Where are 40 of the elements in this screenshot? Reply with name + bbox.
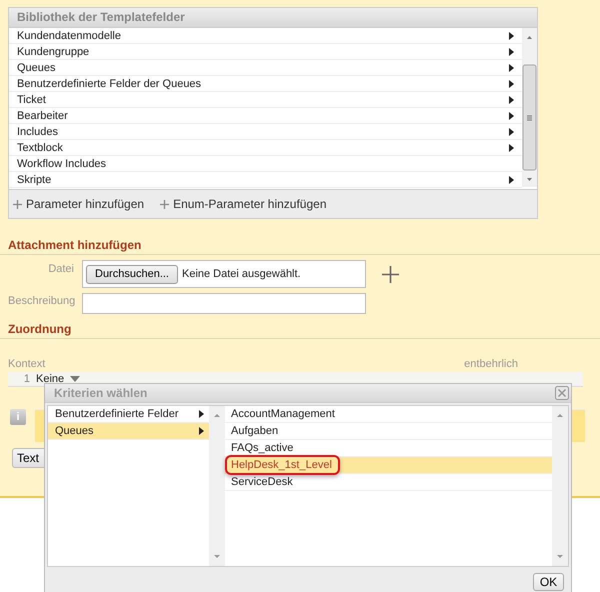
library-item[interactable]: Benutzerdefinierte Felder der Queues (9, 76, 522, 92)
plus-icon (160, 200, 170, 208)
close-icon[interactable] (555, 386, 569, 400)
column-header: entbehrlich (464, 358, 518, 370)
dialog-title: Kriterien wählen (54, 386, 148, 400)
field-label: Datei (47, 262, 75, 275)
library-item[interactable]: Textblock (9, 140, 522, 156)
section-heading: Attachment hinzufügen (8, 238, 142, 252)
library-item[interactable]: Bearbeiter (9, 108, 522, 124)
submenu-arrow-icon (199, 427, 204, 435)
library-item[interactable]: Ticket (9, 92, 522, 108)
scrollbar[interactable] (209, 406, 225, 566)
submenu-arrow-icon (199, 410, 204, 418)
description-field[interactable] (82, 292, 366, 314)
add-parameter-link[interactable]: Enum-Parameter hinzufügen (160, 197, 326, 211)
library-item[interactable]: Includes (9, 124, 522, 140)
queue-item[interactable]: HelpDesk_1st_Level (225, 457, 552, 474)
category-item[interactable]: Queues (48, 423, 209, 440)
library-item[interactable]: Workflow Includes (9, 156, 522, 172)
file-status: Keine Datei ausgewählt. (182, 268, 301, 280)
file-input[interactable]: Durchsuchen... Keine Datei ausgewählt. (82, 260, 366, 288)
plus-icon (13, 200, 22, 208)
queue-item[interactable]: Aufgaben (225, 423, 552, 440)
field-label: Beschreibung (8, 294, 76, 307)
plus-icon[interactable] (382, 266, 399, 282)
scrollbar[interactable] (522, 28, 537, 187)
ok-button[interactable]: OK (533, 573, 564, 591)
column-header: Kontext (8, 358, 46, 370)
add-parameter-link[interactable]: Parameter hinzufügen (13, 197, 144, 211)
queue-item[interactable]: ServiceDesk (225, 474, 552, 491)
context-dropdown[interactable]: Keine (36, 373, 64, 385)
library-item[interactable]: Skripte (9, 172, 522, 188)
browse-button[interactable]: Durchsuchen... (86, 264, 178, 284)
library-item[interactable]: Queues (9, 60, 522, 76)
row-number: 1 (22, 373, 30, 385)
scrollbar[interactable] (552, 406, 568, 566)
section-heading: Zuordnung (8, 322, 72, 336)
queue-item[interactable]: AccountManagement (225, 406, 552, 423)
library-item[interactable]: Kundendatenmodelle (9, 28, 522, 44)
library-item[interactable]: Kundengruppe (9, 44, 522, 60)
